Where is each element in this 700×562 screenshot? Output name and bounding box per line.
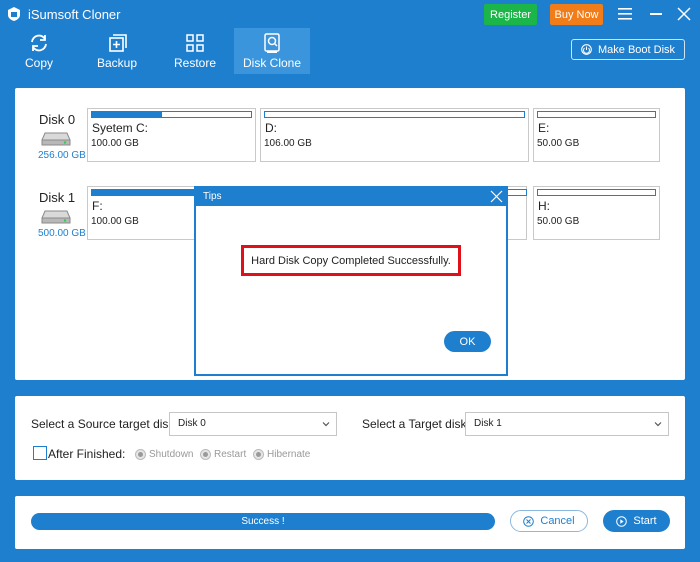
make-boot-disk-label: Make Boot Disk xyxy=(597,43,676,56)
shutdown-label: Shutdown xyxy=(149,448,194,460)
disk-0-info[interactable]: Disk 0 256.00 GB xyxy=(31,106,87,166)
source-disk-value: Disk 0 xyxy=(178,418,206,429)
dialog-title: Tips xyxy=(196,188,506,206)
partition-usage-bar xyxy=(537,189,656,196)
dialog-close-icon[interactable] xyxy=(490,190,503,203)
radio-dot xyxy=(200,448,211,460)
partition-usage-bar xyxy=(537,111,656,118)
hibernate-radio[interactable]: Hibernate xyxy=(253,447,310,461)
partition-h[interactable]: H: 50.00 GB xyxy=(533,186,660,240)
after-finished-checkbox[interactable] xyxy=(33,446,47,460)
menu-icon[interactable] xyxy=(618,8,632,20)
dialog-message: Hard Disk Copy Completed Successfully. xyxy=(241,245,461,276)
partition-label: H: xyxy=(538,199,550,213)
close-icon[interactable] xyxy=(677,7,691,21)
partition-label: D: xyxy=(265,121,277,135)
partition-size: 106.00 GB xyxy=(264,138,312,149)
restart-label: Restart xyxy=(214,448,247,460)
target-disk-label: Select a Target disk: xyxy=(362,417,470,431)
cancel-button[interactable]: Cancel xyxy=(510,510,588,532)
backup-icon xyxy=(109,34,127,52)
source-disk-select[interactable]: Disk 0 xyxy=(169,412,337,436)
partition-label: Syetem C: xyxy=(92,121,149,135)
target-disk-value: Disk 1 xyxy=(474,418,502,429)
make-boot-disk-button[interactable]: Make Boot Disk xyxy=(571,39,685,60)
tab-copy[interactable]: Copy xyxy=(16,28,62,74)
partition-size: 50.00 GB xyxy=(537,216,580,227)
radio-dot xyxy=(253,448,264,460)
hard-drive-icon xyxy=(41,210,71,224)
restart-radio[interactable]: Restart xyxy=(200,447,246,461)
tab-copy-label: Copy xyxy=(24,56,53,70)
disk-row-0: Disk 0 256.00 GB Syetem C: 100.00 GB D: … xyxy=(31,106,675,166)
start-button[interactable]: Start xyxy=(603,510,670,532)
tab-backup[interactable]: Backup xyxy=(92,28,142,74)
selection-panel: Select a Source target disk: Disk 0 Sele… xyxy=(15,396,685,480)
start-label: Start xyxy=(633,515,657,527)
tab-disk-clone-label: Disk Clone xyxy=(242,56,302,70)
radio-dot xyxy=(135,448,146,460)
app-title: iSumsoft Cloner xyxy=(28,7,121,22)
ok-button[interactable]: OK xyxy=(444,331,491,352)
partition-label: F: xyxy=(92,199,103,213)
app-logo-icon xyxy=(8,7,20,21)
cancel-icon xyxy=(523,515,535,527)
title-bar: iSumsoft Cloner Register Buy Now xyxy=(0,0,700,28)
tips-dialog: Tips Hard Disk Copy Completed Successful… xyxy=(194,186,508,376)
chevron-down-icon xyxy=(322,422,330,427)
copy-icon xyxy=(31,34,47,52)
tab-restore-label: Restore xyxy=(173,56,217,70)
partition-usage-fill xyxy=(92,112,162,117)
disk-1-name: Disk 1 xyxy=(39,190,76,205)
progress-bar: Success ! xyxy=(31,513,495,530)
after-finished-label: After Finished: xyxy=(48,447,126,461)
register-button[interactable]: Register xyxy=(484,4,537,25)
partition-d[interactable]: D: 106.00 GB xyxy=(260,108,529,162)
partition-size: 100.00 GB xyxy=(91,216,139,227)
progress-panel: Success ! Cancel Start xyxy=(15,496,685,549)
shutdown-radio[interactable]: Shutdown xyxy=(135,447,193,461)
partition-size: 100.00 GB xyxy=(91,138,139,149)
partition-size: 50.00 GB xyxy=(537,138,580,149)
tab-backup-label: Backup xyxy=(96,56,138,70)
disk-clone-icon xyxy=(264,33,280,53)
partition-usage-bar xyxy=(91,111,252,118)
hard-drive-icon xyxy=(41,132,71,146)
partition-label: E: xyxy=(538,121,550,135)
partition-usage-bar xyxy=(264,111,525,118)
hibernate-label: Hibernate xyxy=(267,448,311,460)
partition-c[interactable]: Syetem C: 100.00 GB xyxy=(87,108,256,162)
minimize-icon[interactable] xyxy=(650,13,662,15)
play-icon xyxy=(616,515,628,527)
target-disk-select[interactable]: Disk 1 xyxy=(465,412,669,436)
chevron-down-icon xyxy=(654,422,662,427)
cancel-label: Cancel xyxy=(540,515,575,527)
disk-1-info[interactable]: Disk 1 500.00 GB xyxy=(31,184,87,244)
buy-now-button[interactable]: Buy Now xyxy=(550,4,603,25)
boot-disk-icon xyxy=(581,44,592,55)
tab-restore[interactable]: Restore xyxy=(170,28,220,74)
tab-disk-clone[interactable]: Disk Clone xyxy=(234,28,310,74)
restore-icon xyxy=(186,34,204,52)
disk-0-size: 256.00 GB xyxy=(38,150,86,161)
source-disk-label: Select a Source target disk: xyxy=(31,417,178,431)
disk-1-size: 500.00 GB xyxy=(38,228,86,239)
disk-0-name: Disk 0 xyxy=(39,112,76,127)
partition-e[interactable]: E: 50.00 GB xyxy=(533,108,660,162)
